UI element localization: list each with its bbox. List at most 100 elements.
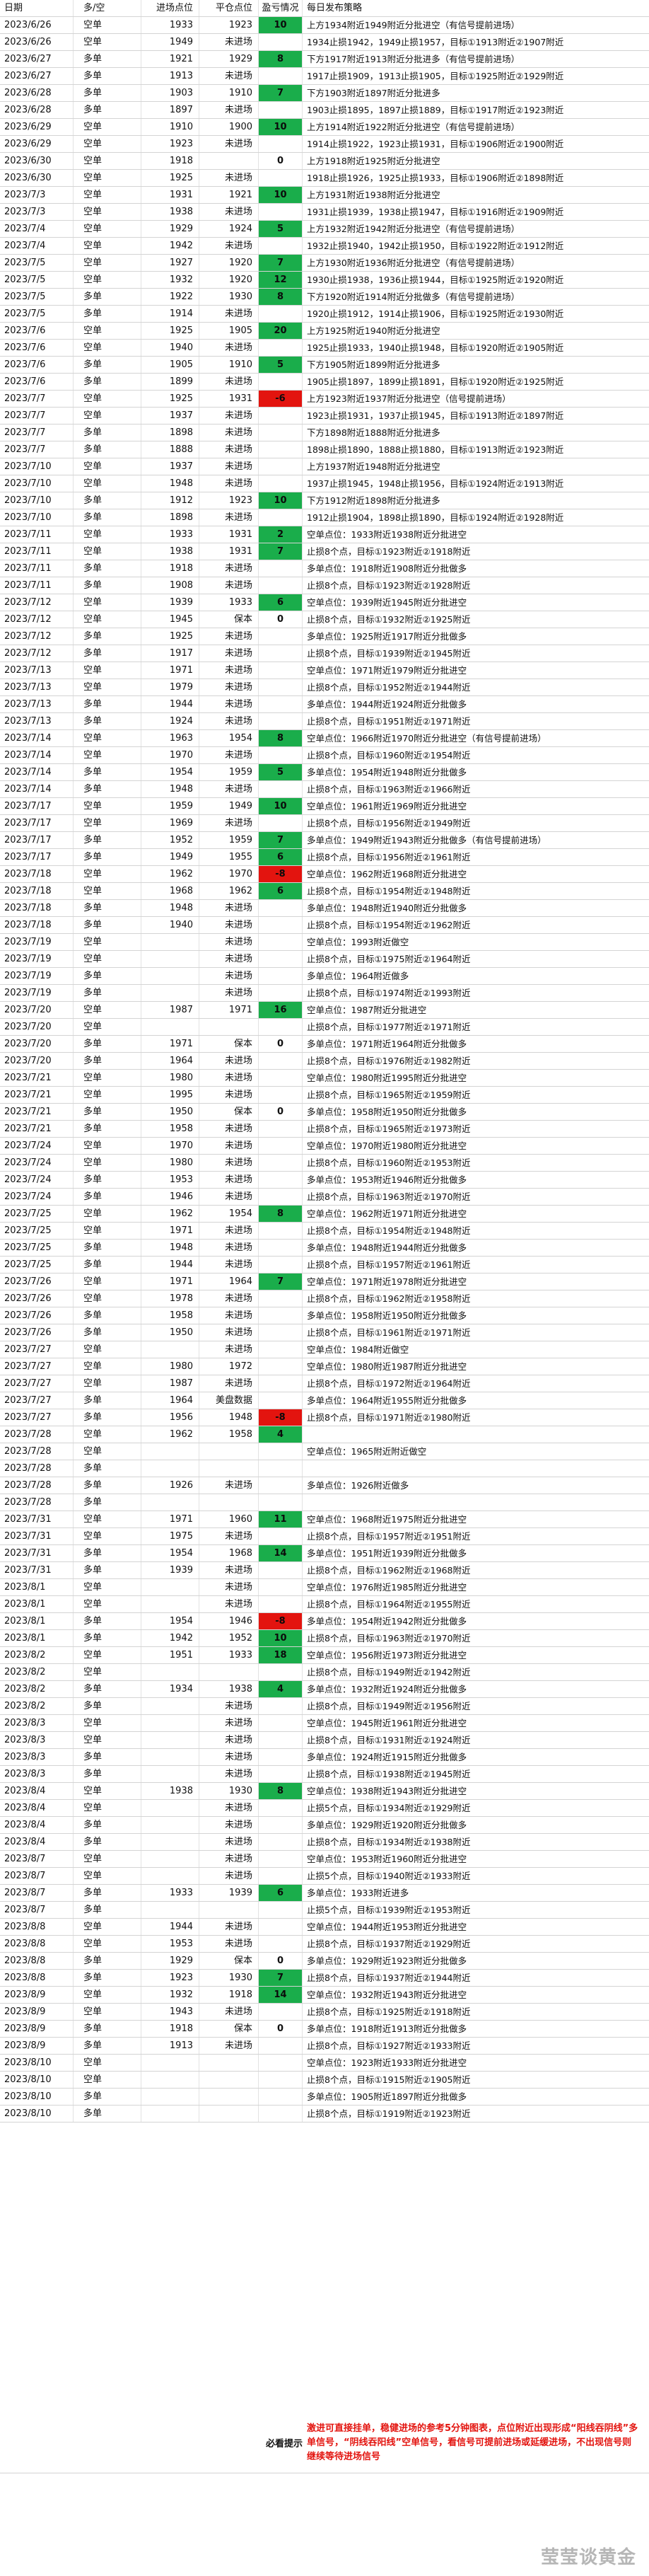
- cell-direction: 空单: [74, 408, 141, 424]
- cell-date: 2023/7/7: [0, 408, 74, 424]
- cell-pnl: 14: [259, 1545, 303, 1561]
- cell-entry: [141, 2106, 199, 2122]
- cell-direction: 空单: [74, 1851, 141, 1867]
- cell-pnl: 7: [259, 832, 303, 848]
- cell-exit: 1954: [199, 1206, 259, 1222]
- cell-direction: 空单: [74, 679, 141, 695]
- table-row: 2023/7/11 多单 1908 未进场 止损8个点，目标①1923附近②1928附近: [0, 577, 649, 594]
- cell-exit: 未进场: [199, 1240, 259, 1256]
- cell-exit: 1939: [199, 1885, 259, 1901]
- cell-exit: 未进场: [199, 1121, 259, 1137]
- header-entry: 进场点位: [141, 0, 199, 16]
- table-row: 2023/7/6 多单 1899 未进场 1905止损1897，1899止损1891，目…: [0, 374, 649, 391]
- cell-strategy: 多单点位：1949附近1943附近分批做多（有信号提前进场）: [307, 835, 546, 845]
- table-row: 2023/6/29 空单 1923 未进场 1914止损1922，1923止损1931，…: [0, 136, 649, 153]
- cell-strategy: [303, 1494, 649, 1511]
- cell-entry: 1962: [141, 866, 199, 882]
- cell-exit: 保本: [199, 1104, 259, 1120]
- cell-exit: [199, 2106, 259, 2122]
- cell-exit: [199, 153, 259, 169]
- cell-strategy: 上方1931附近1938附近分批进空: [307, 190, 440, 200]
- cell-pnl: [259, 1358, 303, 1375]
- cell-pnl: 7: [259, 543, 303, 560]
- cell-date: 2023/6/28: [0, 102, 74, 118]
- cell-pnl: [259, 1919, 303, 1935]
- cell-strategy: 多单点位：1929附近1923附近分批做多: [307, 1956, 467, 1966]
- cell-exit: 未进场: [199, 917, 259, 933]
- cell-strategy: 止损8个点，目标①1976附近②1982附近: [307, 1056, 471, 1066]
- cell-exit: 未进场: [199, 1579, 259, 1595]
- cell-date: 2023/7/28: [0, 1477, 74, 1494]
- watermark: 莹莹谈黄金: [540, 2547, 636, 2568]
- cell-strategy: 空单点位：1953附近1960附近分批进空: [307, 1854, 467, 1864]
- cell-direction: 空单: [74, 170, 141, 186]
- cell-strategy: 1920止损1912，1914止损1906，目标①1925附近②1930附近: [307, 308, 564, 319]
- table-row: 2023/7/24 多单 1946 未进场 止损8个点，目标①1963附近②1970附近: [0, 1189, 649, 1206]
- cell-entry: [141, 1443, 199, 1460]
- cell-strategy: 空单点位：1962附近1968附近分批进空: [307, 869, 467, 879]
- cell-direction: 空单: [74, 2055, 141, 2071]
- cell-strategy: [303, 1460, 649, 1477]
- cell-pnl: [259, 475, 303, 492]
- cell-exit: 未进场: [199, 1800, 259, 1816]
- cell-pnl: 6: [259, 883, 303, 899]
- cell-strategy: 空单点位：1971附近1978附近分批进空: [307, 1276, 467, 1287]
- cell-direction: 空单: [74, 1443, 141, 1460]
- cell-strategy: 空单点位：1970附近1980附近分批进空: [307, 1140, 467, 1151]
- cell-strategy: 下方1917附近1913附近分批进多（有信号提前进场）: [307, 54, 520, 64]
- table-row: 2023/6/29 空单 1910 1900 10 上方1914附近1922附近分批进空（…: [0, 119, 649, 136]
- cell-entry: [141, 2072, 199, 2088]
- cell-date: 2023/7/24: [0, 1172, 74, 1188]
- cell-exit: 1952: [199, 1630, 259, 1646]
- table-row: 2023/7/25 多单 1944 未进场 止损8个点，目标①1957附近②1961附近: [0, 1257, 649, 1273]
- cell-entry: [141, 1715, 199, 1731]
- table-row: 2023/7/17 空单 1969 未进场 止损8个点，目标①1956附近②1949附近: [0, 815, 649, 832]
- cell-pnl: [259, 68, 303, 84]
- cell-strategy: 止损8个点，目标①1932附近②1925附近: [307, 614, 471, 625]
- cell-exit: 1933: [199, 1647, 259, 1663]
- cell-exit: 未进场: [199, 1732, 259, 1748]
- cell-direction: 多单: [74, 1766, 141, 1782]
- cell-direction: 多单: [74, 1494, 141, 1511]
- cell-entry: 1948: [141, 1240, 199, 1256]
- cell-entry: 1931: [141, 187, 199, 203]
- table-row: 2023/7/6 空单 1925 1905 20 上方1925附近1940附近分批进空: [0, 323, 649, 340]
- cell-entry: [141, 1698, 199, 1714]
- cell-pnl: [259, 1528, 303, 1544]
- cell-strategy: 止损8个点，目标①1923附近②1928附近: [307, 580, 471, 591]
- cell-direction: 空单: [74, 272, 141, 288]
- cell-pnl: 5: [259, 221, 303, 237]
- cell-entry: 1950: [141, 1104, 199, 1120]
- cell-pnl: 8: [259, 289, 303, 305]
- table-row: 2023/7/24 空单 1970 未进场 空单点位：1970附近1980附近分批进空: [0, 1138, 649, 1155]
- cell-pnl: 6: [259, 849, 303, 865]
- cell-exit: 1900: [199, 119, 259, 135]
- cell-pnl: 10: [259, 492, 303, 509]
- cell-date: 2023/7/31: [0, 1511, 74, 1527]
- cell-entry: 1925: [141, 391, 199, 407]
- cell-entry: 1924: [141, 713, 199, 729]
- cell-direction: 多单: [74, 492, 141, 509]
- cell-entry: [141, 985, 199, 1001]
- cell-date: 2023/7/27: [0, 1341, 74, 1358]
- cell-entry: 1980: [141, 1155, 199, 1171]
- table-row: 2023/7/12 多单 1917 未进场 止损8个点，目标①1939附近②1945附近: [0, 645, 649, 662]
- cell-entry: 1913: [141, 68, 199, 84]
- cell-strategy: 空单点位：1984附近做空: [307, 1344, 409, 1355]
- cell-pnl: [259, 2055, 303, 2071]
- cell-exit: 保本: [199, 2021, 259, 2037]
- cell-date: 2023/8/8: [0, 1953, 74, 1969]
- cell-strategy: 止损8个点，目标①1954附近②1962附近: [307, 920, 471, 930]
- cell-entry: 1927: [141, 255, 199, 271]
- cell-pnl: [259, 1341, 303, 1358]
- table-row: 2023/7/17 多单 1949 1955 6 止损8个点，目标①1956附近②1961…: [0, 849, 649, 866]
- cell-exit: [199, 1460, 259, 1477]
- cell-exit: 未进场: [199, 1341, 259, 1358]
- cell-entry: 1937: [141, 458, 199, 475]
- cell-pnl: [259, 2072, 303, 2088]
- cell-date: 2023/7/20: [0, 1002, 74, 1018]
- cell-date: 2023/8/3: [0, 1732, 74, 1748]
- cell-exit: 未进场: [199, 1290, 259, 1307]
- cell-exit: 1962: [199, 883, 259, 899]
- cell-direction: 空单: [74, 1868, 141, 1884]
